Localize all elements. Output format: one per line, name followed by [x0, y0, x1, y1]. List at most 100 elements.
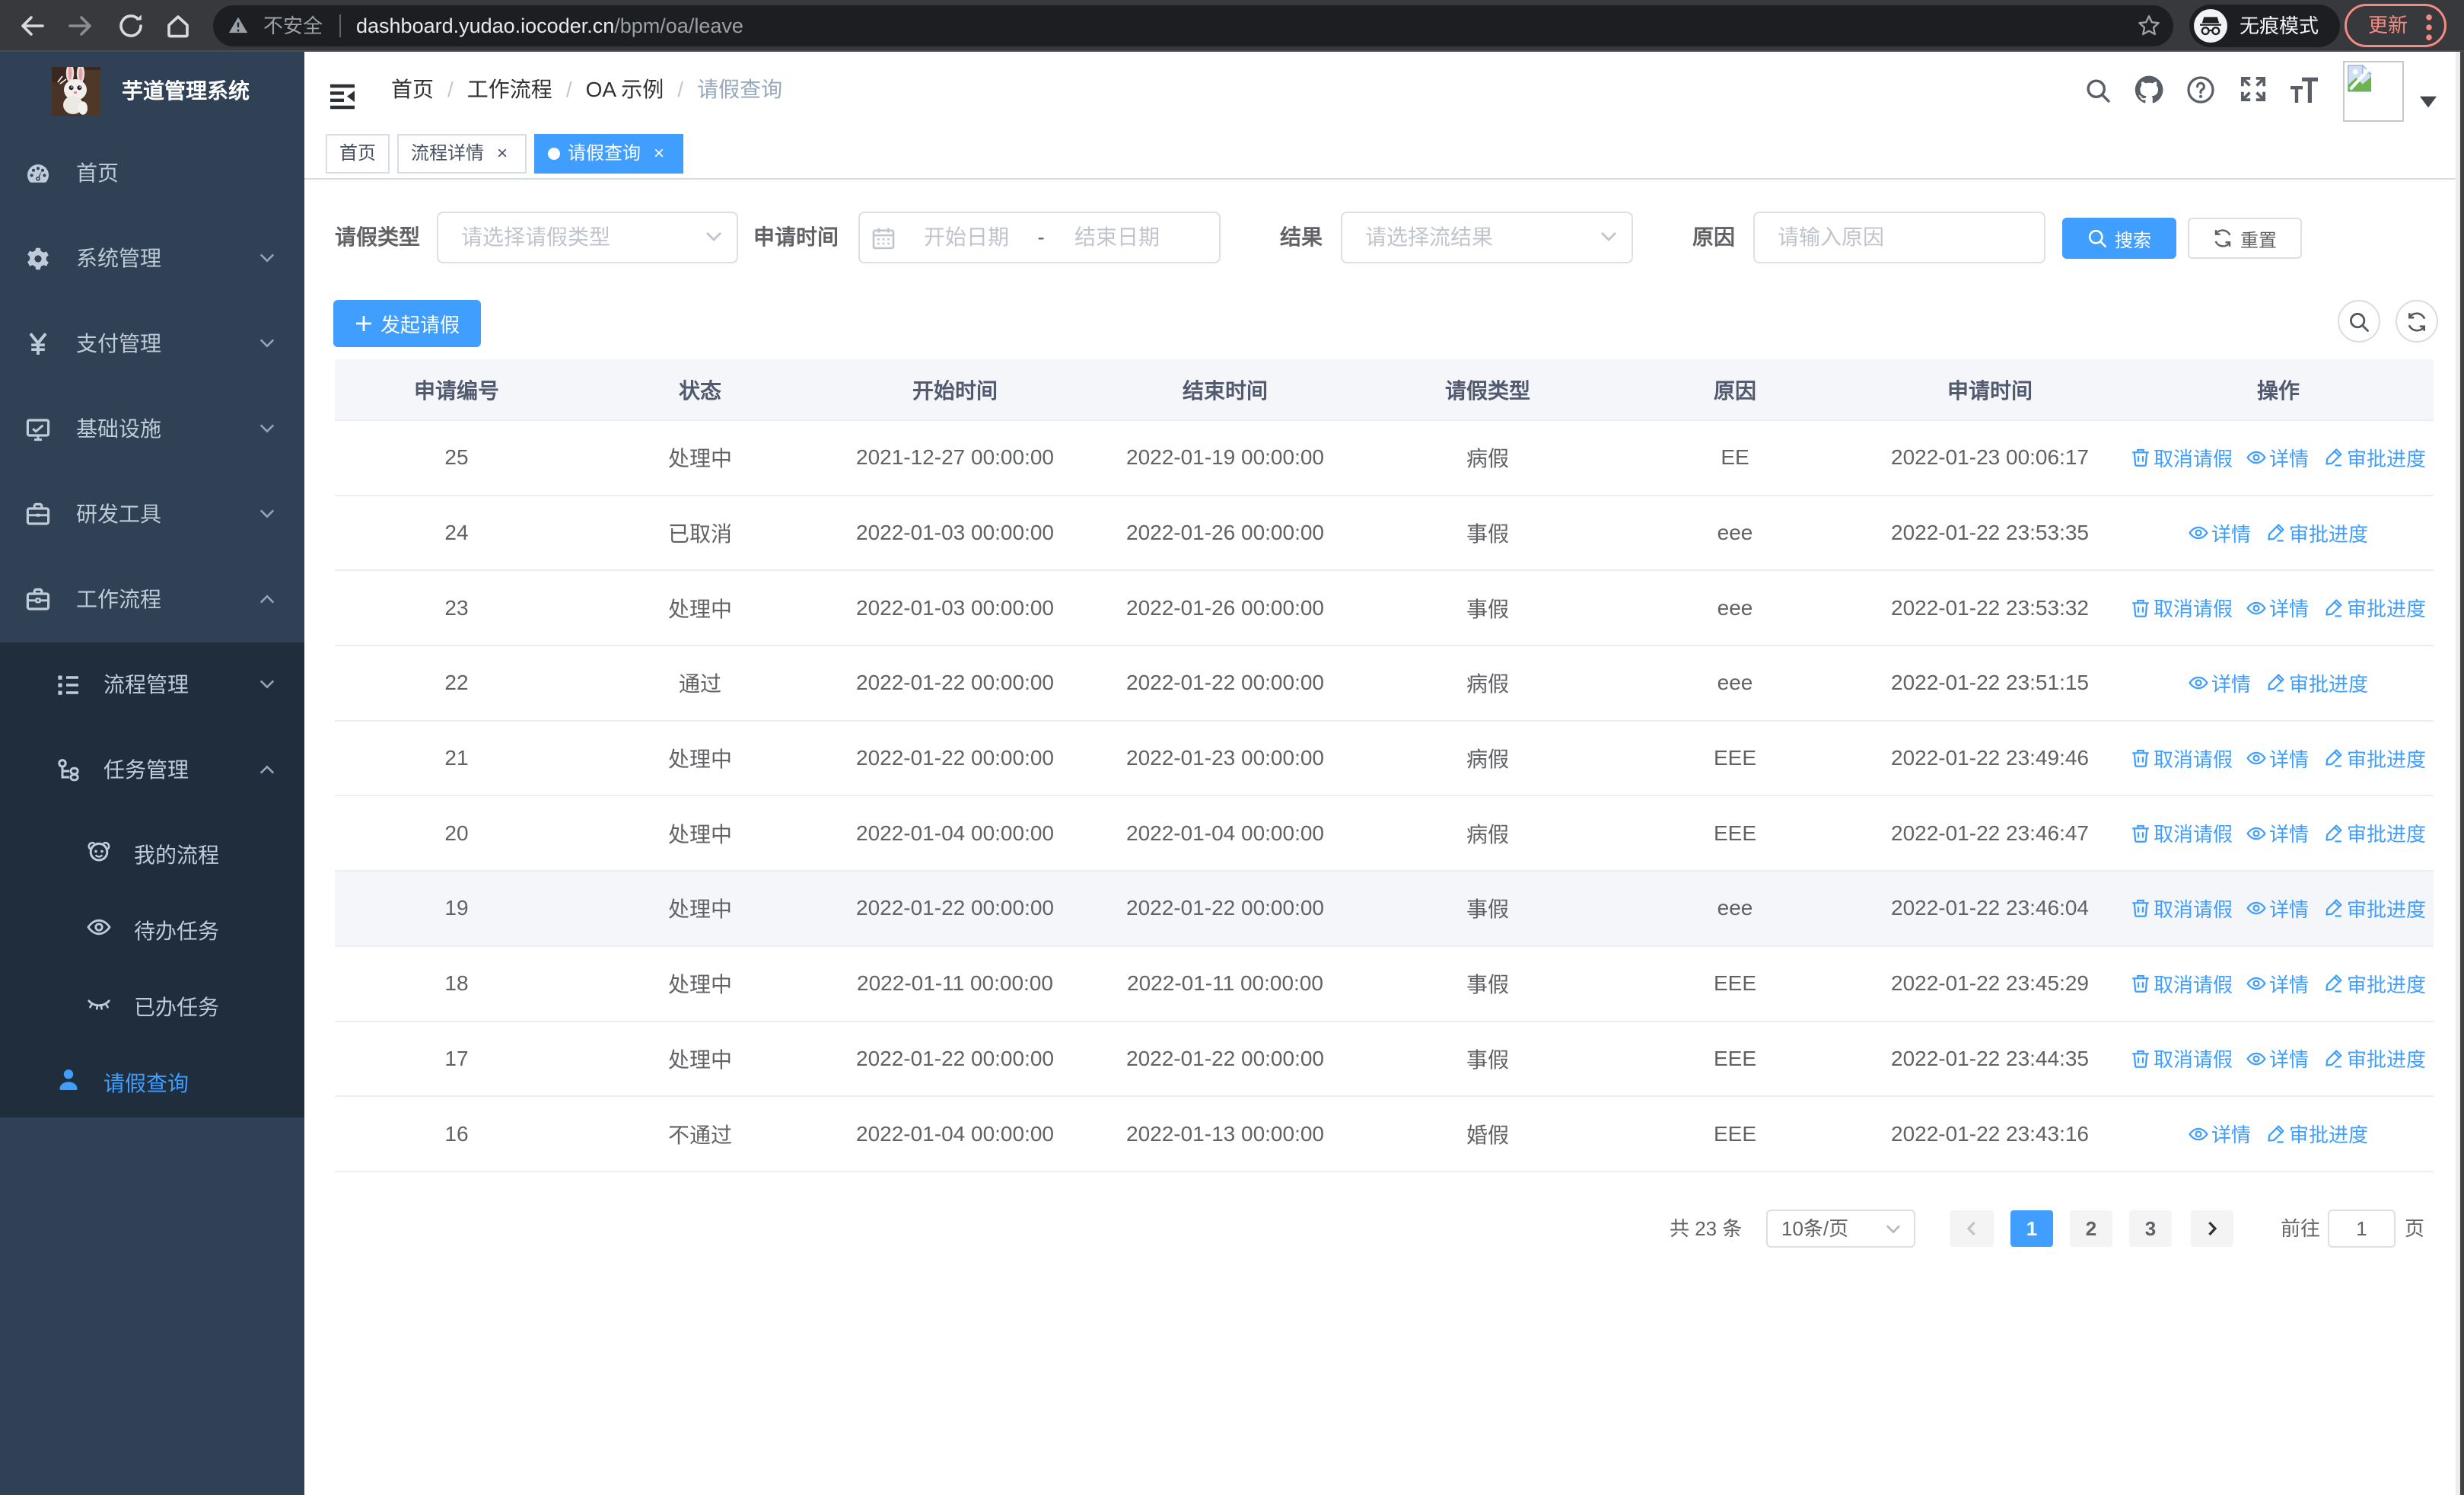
cancel-leave-link[interactable]: 取消请假: [2131, 444, 2233, 472]
breadcrumb-item[interactable]: 首页: [391, 78, 434, 101]
security-label[interactable]: 不安全: [263, 5, 323, 46]
cell-apply: 2022-01-23 00:06:17: [1857, 420, 2123, 496]
header-search-icon[interactable]: [2085, 78, 2111, 104]
sidebar-item-user[interactable]: 请假查询: [0, 1041, 304, 1117]
browser-reload-button[interactable]: [117, 12, 145, 40]
app-logo[interactable]: 芋道管理系统: [0, 52, 304, 131]
detail-link[interactable]: 详情: [2189, 519, 2251, 547]
chevron-down-icon: [259, 507, 275, 524]
sidebar-item-case2[interactable]: 工作流程: [0, 557, 304, 642]
page-size-select[interactable]: 10条/页: [1766, 1210, 1915, 1248]
col-type: 请假类型: [1362, 359, 1613, 421]
tag-home[interactable]: 首页: [326, 134, 390, 174]
cell-actions: 详情 审批进度: [2123, 1096, 2434, 1172]
cell-actions: 取消请假 详情 审批进度: [2123, 420, 2434, 496]
refresh-table-button[interactable]: [2396, 300, 2438, 343]
close-icon[interactable]: ×: [648, 135, 670, 172]
detail-link[interactable]: 详情: [2189, 669, 2251, 697]
detail-link[interactable]: 详情: [2246, 819, 2309, 847]
approval-progress-link[interactable]: 审批进度: [2322, 970, 2426, 998]
sidebar-item-face[interactable]: 我的流程: [0, 813, 304, 889]
cancel-leave-link[interactable]: 取消请假: [2131, 1044, 2233, 1073]
sidebar-item-eyeclosed[interactable]: 已办任务: [0, 965, 304, 1041]
cancel-leave-link[interactable]: 取消请假: [2131, 819, 2233, 847]
refresh-icon: [2406, 311, 2427, 333]
sidebar-item-infra[interactable]: 基础设施: [0, 387, 304, 472]
tag-process-detail[interactable]: 流程详情 ×: [397, 134, 527, 174]
browser-update-button[interactable]: 更新: [2345, 4, 2446, 47]
security-warning-icon[interactable]: [228, 16, 248, 34]
browser-menu-icon[interactable]: [2426, 14, 2432, 41]
address-bar[interactable]: 不安全 dashboard.yudao.iocoder.cn/bpm/oa/le…: [213, 5, 2173, 46]
sidebar-item-dashboard[interactable]: 首页: [0, 131, 304, 216]
approval-progress-link[interactable]: 审批进度: [2322, 1044, 2426, 1073]
tag-leave-query[interactable]: 请假查询 ×: [534, 134, 683, 174]
cell-status: 处理中: [578, 720, 822, 797]
bookmark-star-icon[interactable]: [2137, 14, 2161, 38]
detail-link[interactable]: 详情: [2246, 594, 2309, 622]
approval-progress-link[interactable]: 审批进度: [2322, 594, 2426, 622]
cancel-leave-link[interactable]: 取消请假: [2131, 744, 2233, 773]
detail-link[interactable]: 详情: [2246, 894, 2309, 923]
gear-icon: [26, 247, 50, 271]
toggle-search-button[interactable]: [2338, 300, 2380, 343]
font-size-icon[interactable]: [2289, 76, 2319, 104]
sidebar-item-eye[interactable]: 待办任务: [0, 889, 304, 965]
search-button[interactable]: 搜索: [2062, 218, 2176, 259]
end-date-input[interactable]: 结束日期: [1074, 213, 1160, 262]
sidebar-toggle-icon[interactable]: [329, 84, 356, 110]
cell-type: 病假: [1362, 720, 1613, 797]
browser-back-button[interactable]: [18, 12, 46, 40]
chevron-down-icon: [259, 677, 275, 694]
eye-icon: [2189, 523, 2208, 543]
avatar[interactable]: [2343, 61, 2404, 122]
avatar-caret-icon[interactable]: [2420, 96, 2437, 108]
goto-page-input[interactable]: 1: [2328, 1210, 2396, 1248]
github-icon[interactable]: [2134, 75, 2164, 105]
sidebar-item-yen[interactable]: 支付管理: [0, 301, 304, 387]
fullscreen-icon[interactable]: [2240, 76, 2266, 102]
detail-link[interactable]: 详情: [2246, 444, 2309, 472]
sidebar-item-case[interactable]: 研发工具: [0, 472, 304, 557]
browser-home-button[interactable]: [164, 12, 192, 40]
page-url[interactable]: dashboard.yudao.iocoder.cn/bpm/oa/leave: [356, 5, 743, 46]
cell-actions: 取消请假 详情 审批进度: [2123, 871, 2434, 947]
result-select[interactable]: 请选择流结果: [1341, 212, 1633, 263]
sidebar-item-listtree[interactable]: 流程管理: [0, 642, 304, 728]
approval-progress-link[interactable]: 审批进度: [2322, 444, 2426, 472]
cancel-leave-link[interactable]: 取消请假: [2131, 894, 2233, 923]
page-button-1[interactable]: 1: [2010, 1210, 2053, 1247]
pen-icon: [2322, 1049, 2344, 1069]
leave-type-select[interactable]: 请选择请假类型: [437, 212, 738, 263]
approval-progress-link[interactable]: 审批进度: [2265, 669, 2368, 697]
approval-progress-link[interactable]: 审批进度: [2265, 1120, 2368, 1148]
sidebar-item-tasktree[interactable]: 任务管理: [0, 728, 304, 813]
approval-progress-link[interactable]: 审批进度: [2322, 744, 2426, 773]
next-page-button[interactable]: [2191, 1210, 2233, 1247]
approval-progress-link[interactable]: 审批进度: [2265, 519, 2368, 547]
cancel-leave-link[interactable]: 取消请假: [2131, 970, 2233, 998]
page-button-3[interactable]: 3: [2129, 1210, 2172, 1247]
prev-page-button[interactable]: [1950, 1210, 1994, 1247]
sidebar-item-gear[interactable]: 系统管理: [0, 216, 304, 301]
breadcrumb-item[interactable]: 工作流程: [467, 78, 552, 101]
detail-link[interactable]: 详情: [2189, 1120, 2251, 1148]
detail-link[interactable]: 详情: [2246, 1044, 2309, 1073]
browser-forward-button[interactable]: [67, 12, 94, 40]
help-icon[interactable]: [2187, 76, 2214, 104]
approval-progress-link[interactable]: 审批进度: [2322, 819, 2426, 847]
detail-link[interactable]: 详情: [2246, 970, 2309, 998]
apply-time-range-picker[interactable]: 开始日期 - 结束日期: [858, 212, 1221, 263]
close-icon[interactable]: ×: [492, 135, 513, 172]
page-button-2[interactable]: 2: [2070, 1210, 2112, 1247]
reason-input[interactable]: 请输入原因: [1753, 212, 2045, 263]
cell-start: 2022-01-22 00:00:00: [822, 720, 1088, 797]
reset-button[interactable]: 重置: [2188, 218, 2302, 259]
approval-progress-link[interactable]: 审批进度: [2322, 894, 2426, 923]
cell-end: 2022-01-19 00:00:00: [1088, 420, 1362, 496]
breadcrumb-item[interactable]: OA 示例: [586, 78, 664, 101]
cancel-leave-link[interactable]: 取消请假: [2131, 594, 2233, 622]
start-date-input[interactable]: 开始日期: [924, 213, 1009, 262]
create-leave-button[interactable]: 发起请假: [333, 300, 481, 347]
detail-link[interactable]: 详情: [2246, 744, 2309, 773]
